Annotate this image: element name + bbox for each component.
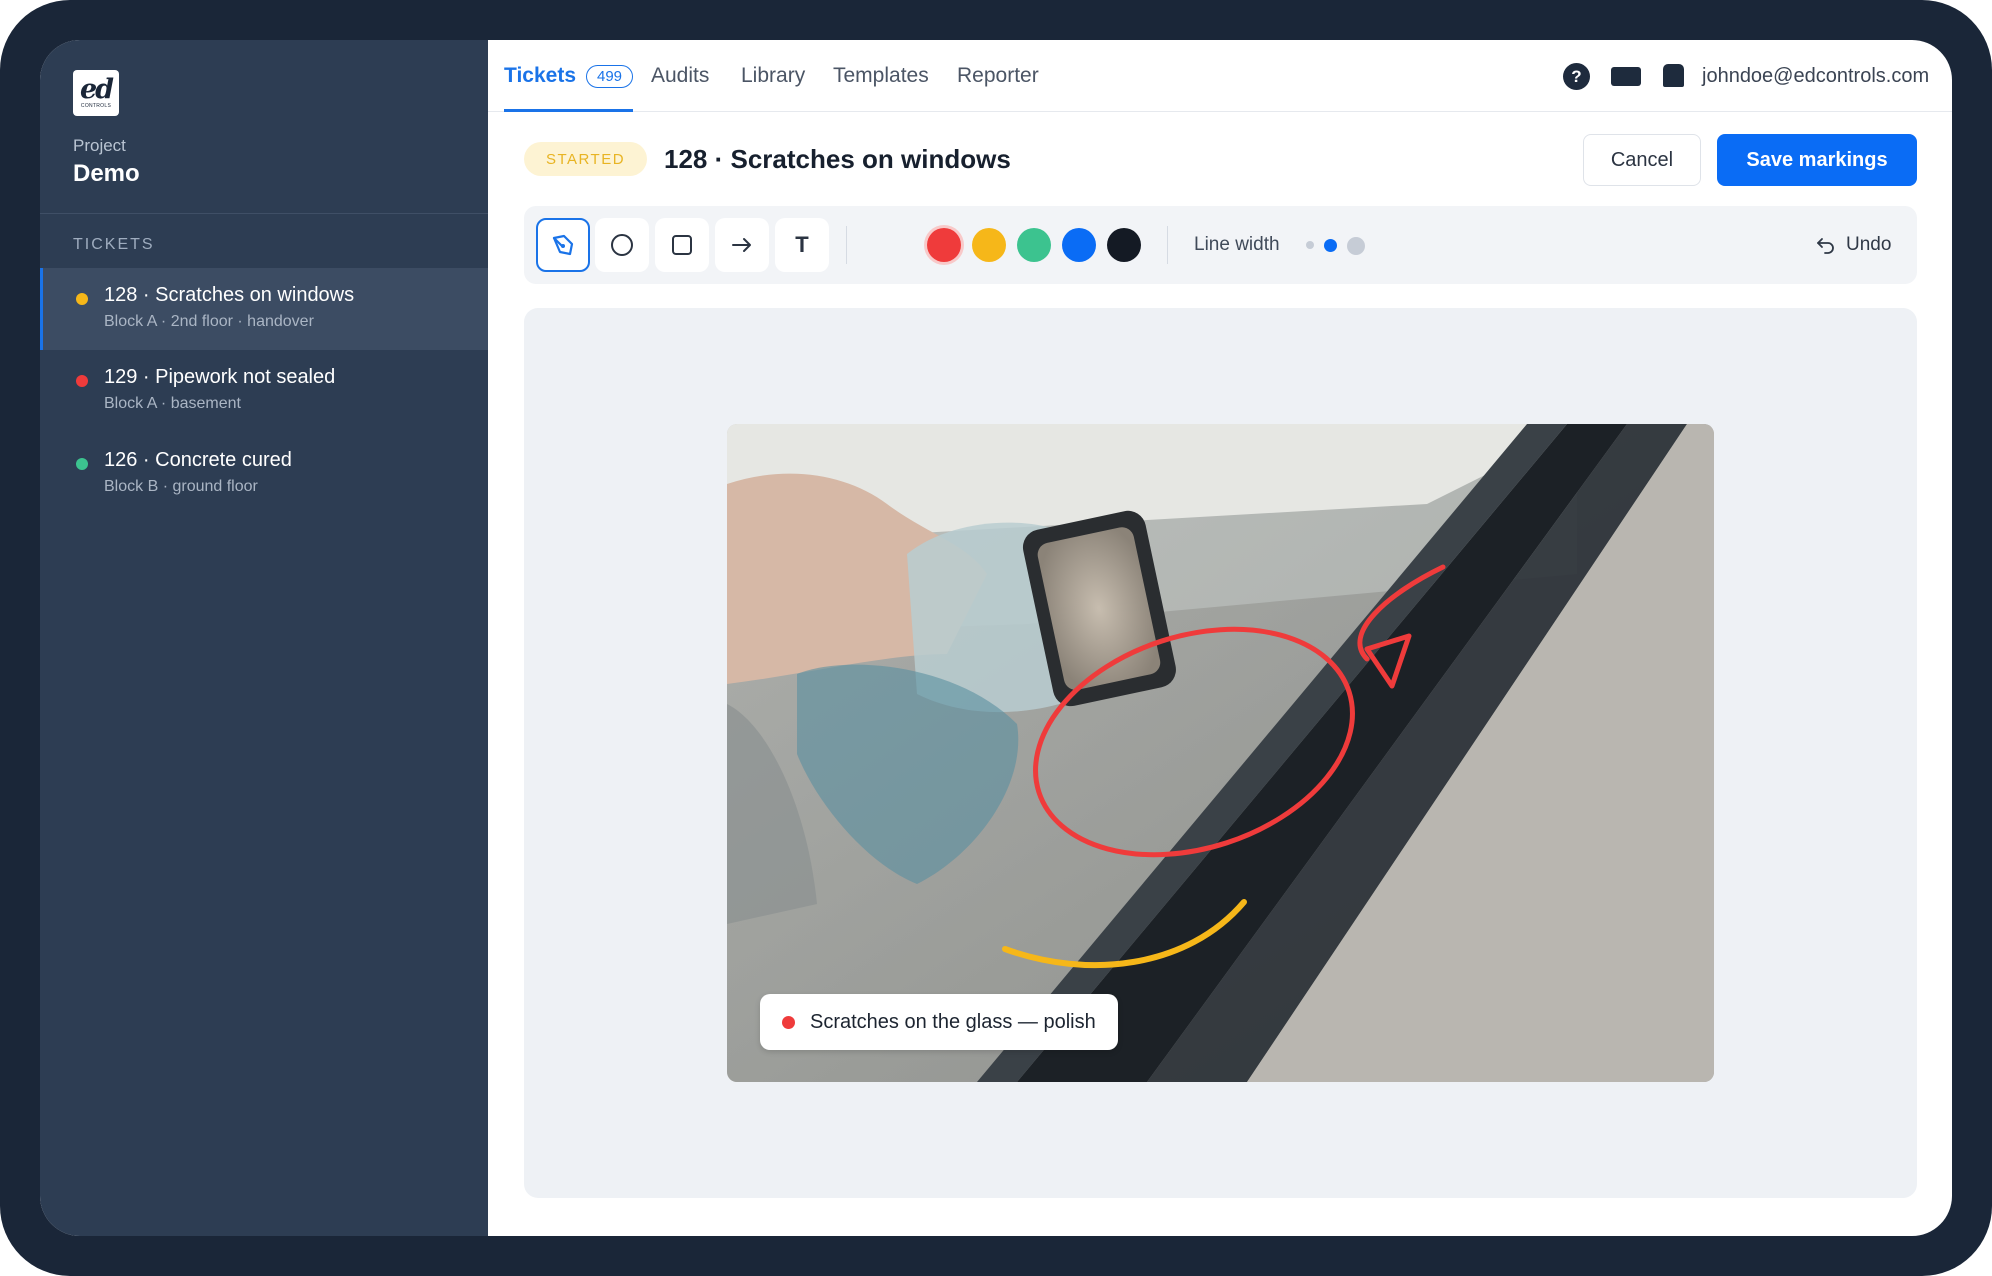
annotation-dot: [782, 1016, 795, 1029]
toolbar-divider: [1167, 226, 1168, 264]
line-width-thick[interactable]: [1347, 237, 1365, 255]
tab-label: Reporter: [957, 64, 1039, 87]
color-swatch-yellow[interactable]: [972, 228, 1006, 262]
app-screen: ed CONTROLS Project Demo TICKETS 128 · S…: [40, 40, 1952, 1236]
markup-canvas[interactable]: Scratches on the glass — polish: [524, 308, 1917, 1198]
rectangle-icon: [672, 235, 692, 255]
top-navigation: Tickets 499 Audits Library Templates Rep…: [488, 40, 1952, 112]
toolbar-divider: [846, 226, 847, 264]
help-icon[interactable]: ?: [1563, 63, 1590, 90]
tickets-count-badge: 499: [586, 64, 634, 88]
ticket-subtitle: Block A · 2nd floor · handover: [104, 313, 314, 330]
photo-with-markings: [727, 424, 1714, 1082]
page-title: 128 · Scratches on windows: [664, 143, 1011, 174]
project-label: Project: [73, 136, 126, 155]
ticket-subtitle: Block A · basement: [104, 395, 241, 412]
bell-icon[interactable]: [1663, 64, 1684, 87]
pen-tool-button[interactable]: [536, 218, 590, 272]
undo-label: Undo: [1846, 234, 1892, 255]
arrow-tool-button[interactable]: [715, 218, 769, 272]
sidebar-divider: [40, 213, 488, 214]
markup-toolbar: T Line width Undo: [524, 206, 1917, 284]
tab-label: Library: [741, 64, 806, 87]
color-swatch-black[interactable]: [1107, 228, 1141, 262]
ticket-status-dot: [76, 375, 88, 387]
line-width-label: Line width: [1194, 234, 1280, 255]
ticket-item-126[interactable]: 126 · Concrete cured Block B · ground fl…: [40, 433, 488, 515]
color-swatch-red[interactable]: [927, 228, 961, 262]
tab-label: Audits: [651, 64, 710, 87]
arrow-icon: [732, 238, 751, 252]
tickets-section-label: TICKETS: [73, 236, 155, 253]
tab-tickets[interactable]: Tickets 499: [504, 40, 634, 112]
ticket-photo[interactable]: Scratches on the glass — polish: [727, 424, 1714, 1082]
ticket-status-dot: [76, 293, 88, 305]
ticket-item-129[interactable]: 129 · Pipework not sealed Block A · base…: [40, 350, 488, 432]
logo-text: ed: [79, 73, 114, 105]
color-swatch-green[interactable]: [1017, 228, 1051, 262]
device-frame: ed CONTROLS Project Demo TICKETS 128 · S…: [0, 0, 1992, 1276]
rectangle-tool-button[interactable]: [655, 218, 709, 272]
tab-label: Tickets: [504, 64, 576, 87]
color-swatch-blue[interactable]: [1062, 228, 1096, 262]
annotation-label[interactable]: Scratches on the glass — polish: [760, 994, 1118, 1050]
line-width-thin[interactable]: [1306, 241, 1314, 249]
sidebar: ed CONTROLS Project Demo TICKETS 128 · S…: [40, 40, 488, 1236]
undo-icon: [1816, 235, 1836, 255]
text-tool-button[interactable]: T: [775, 218, 829, 272]
tab-reporter[interactable]: Reporter: [957, 40, 1039, 112]
tab-label: Templates: [833, 64, 929, 87]
save-markings-button[interactable]: Save markings: [1717, 134, 1917, 186]
ticket-title: 128 · Scratches on windows: [104, 284, 355, 306]
ticket-item-128[interactable]: 128 · Scratches on windows Block A · 2nd…: [40, 268, 488, 350]
mail-icon[interactable]: [1611, 67, 1641, 86]
project-name[interactable]: Demo: [73, 160, 140, 188]
status-badge: STARTED: [524, 142, 647, 176]
annotation-text: Scratches on the glass — polish: [810, 1010, 1096, 1033]
edcontrols-logo[interactable]: ed CONTROLS: [73, 70, 119, 116]
pen-icon: [552, 234, 574, 256]
ticket-subtitle: Block B · ground floor: [104, 478, 258, 495]
user-email[interactable]: johndoe@edcontrols.com: [1702, 40, 1929, 112]
cancel-button[interactable]: Cancel: [1583, 134, 1701, 186]
tab-audits[interactable]: Audits: [651, 40, 709, 112]
tab-templates[interactable]: Templates: [833, 40, 929, 112]
circle-icon: [611, 234, 633, 256]
ticket-title: 129 · Pipework not sealed: [104, 366, 336, 388]
text-icon: T: [795, 232, 809, 257]
logo-subtext: CONTROLS: [80, 102, 112, 109]
circle-tool-button[interactable]: [595, 218, 649, 272]
ticket-status-dot: [76, 458, 88, 470]
undo-button[interactable]: Undo: [1816, 206, 1891, 284]
ticket-title: 126 · Concrete cured: [104, 449, 292, 471]
line-width-medium[interactable]: [1324, 239, 1337, 252]
tab-library[interactable]: Library: [741, 40, 805, 112]
